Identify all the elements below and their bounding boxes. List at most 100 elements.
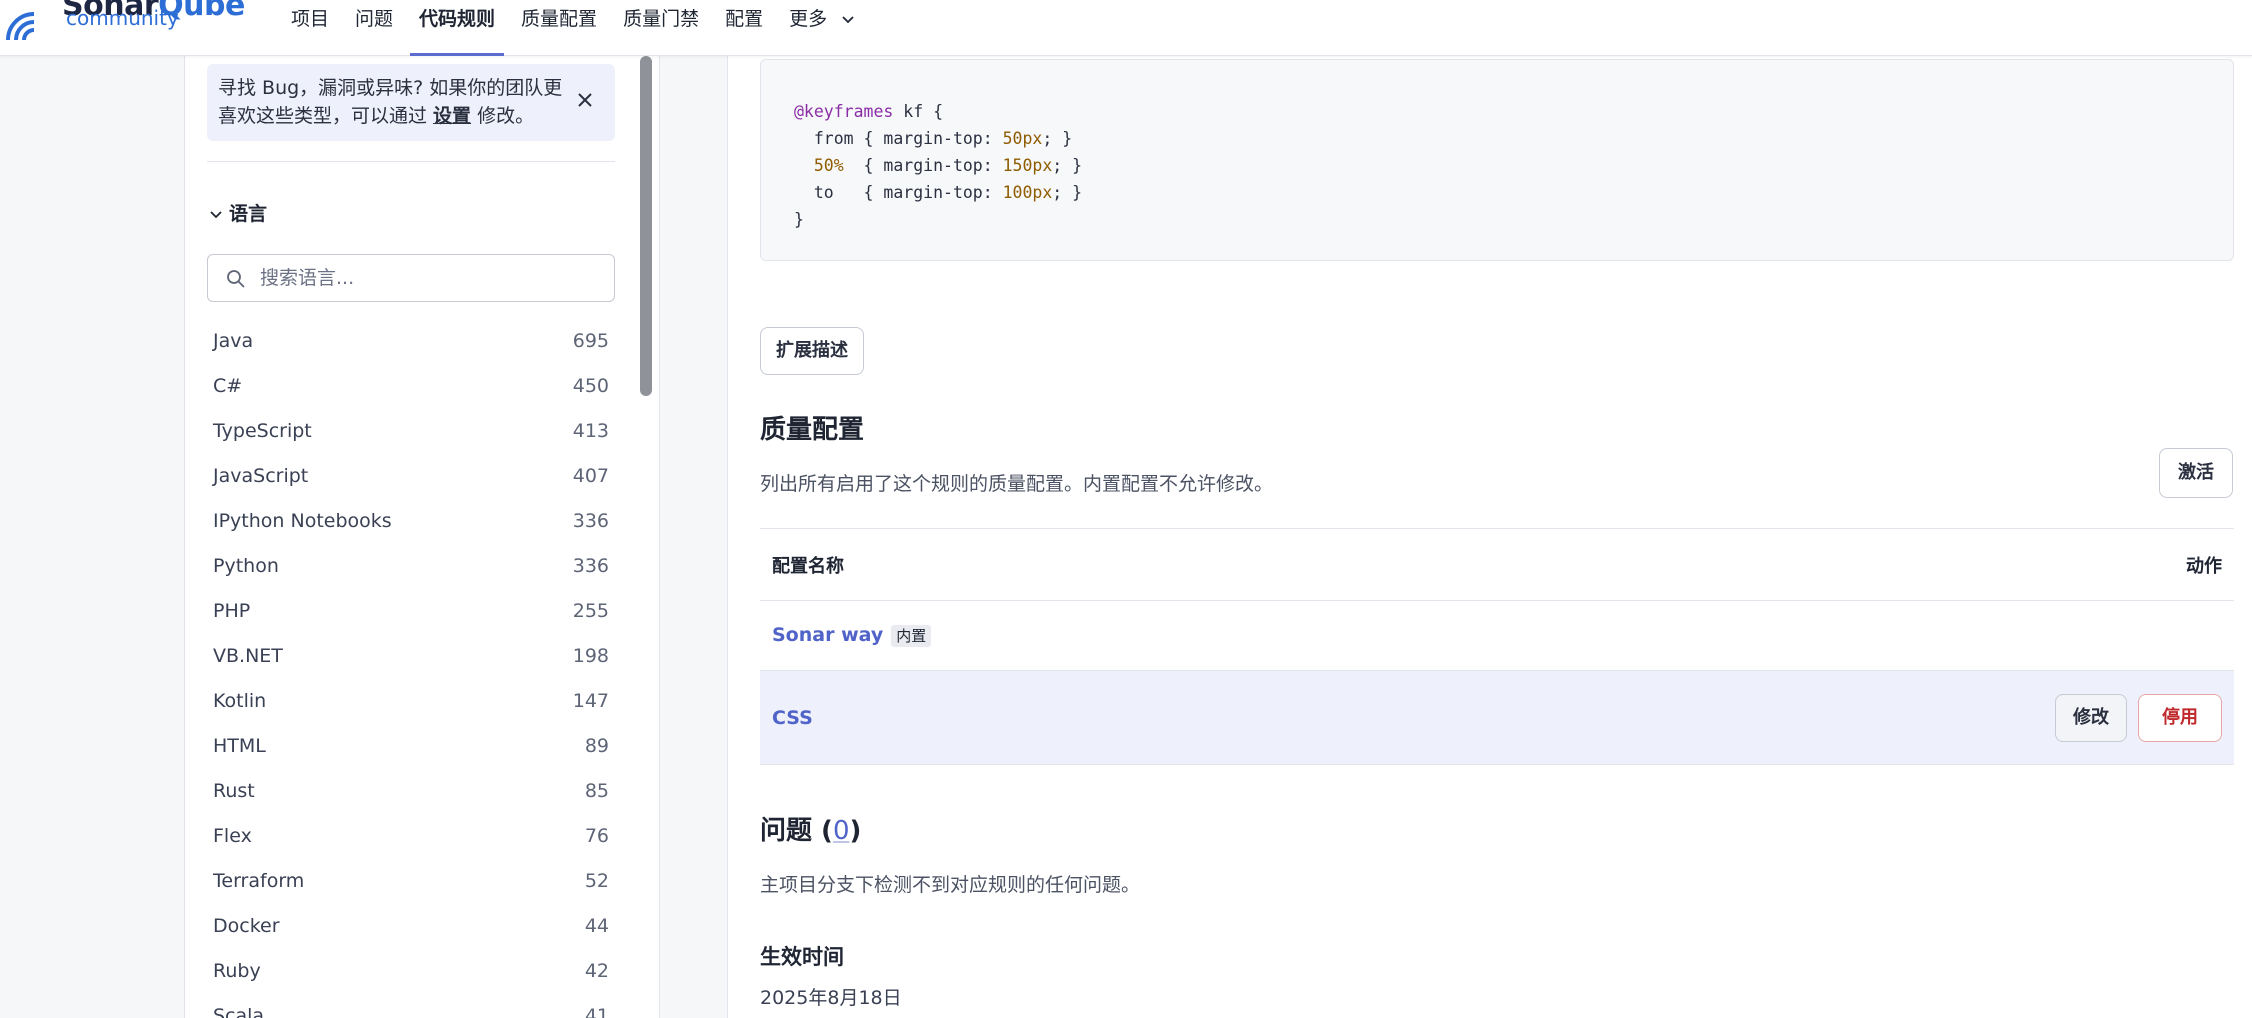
row-actions: 修改 停用 bbox=[2055, 693, 2222, 742]
table-row: Sonar way 内置 bbox=[760, 601, 2234, 671]
nav-item-quality-profiles[interactable]: 质量配置 bbox=[508, 0, 610, 56]
logo-edition: community bbox=[66, 6, 179, 30]
sidebar-divider bbox=[207, 161, 615, 162]
language-item[interactable]: Python 336 bbox=[207, 543, 615, 588]
sonarqube-logo-icon bbox=[6, 12, 35, 40]
chevron-down-icon bbox=[210, 210, 222, 218]
language-count: 42 bbox=[584, 959, 609, 982]
issues-count-link[interactable]: 0 bbox=[833, 816, 850, 846]
issues-description: 主项目分支下检测不到对应规则的任何问题。 bbox=[760, 874, 1141, 896]
nav-item-projects[interactable]: 项目 bbox=[278, 0, 342, 56]
rule-details-panel: @keyframes kf { from { margin-top: 50px;… bbox=[727, 56, 2252, 1018]
language-item[interactable]: HTML 89 bbox=[207, 723, 615, 768]
language-item[interactable]: IPython Notebooks 336 bbox=[207, 498, 615, 543]
language-item[interactable]: PHP 255 bbox=[207, 588, 615, 633]
top-navigation-bar: SonarQube community 项目 问题 代码规则 质量配置 质量门禁… bbox=[0, 0, 2252, 56]
language-search bbox=[207, 254, 615, 302]
nav-item-administration[interactable]: 配置 bbox=[712, 0, 776, 56]
nav-item-issues[interactable]: 问题 bbox=[342, 0, 406, 56]
language-search-input[interactable] bbox=[258, 263, 598, 293]
language-facet-header[interactable]: 语言 bbox=[209, 199, 267, 226]
language-count: 44 bbox=[584, 914, 609, 937]
sidebar-scrollbar[interactable] bbox=[640, 56, 652, 396]
rule-type-notice: 寻找 Bug，漏洞或异味? 如果你的团队更喜欢这些类型，可以通过 设置 修改。 bbox=[207, 64, 615, 141]
rules-filter-sidebar: 寻找 Bug，漏洞或异味? 如果你的团队更喜欢这些类型，可以通过 设置 修改。 … bbox=[184, 56, 660, 1018]
language-item[interactable]: Flex 76 bbox=[207, 813, 615, 858]
effective-date-value: 2025年8月18日 bbox=[760, 987, 902, 1009]
profile-link-sonar-way[interactable]: Sonar way bbox=[772, 624, 883, 646]
nav-item-more[interactable]: 更多 bbox=[776, 0, 868, 56]
language-count: 407 bbox=[572, 464, 609, 487]
language-name: PHP bbox=[213, 599, 251, 622]
language-name: TypeScript bbox=[213, 419, 312, 442]
language-count: 198 bbox=[572, 644, 609, 667]
language-count: 147 bbox=[572, 689, 609, 712]
profile-link-css[interactable]: CSS bbox=[772, 707, 813, 729]
language-name: JavaScript bbox=[213, 464, 309, 487]
table-row: CSS 修改 停用 bbox=[760, 671, 2234, 765]
effective-date-title: 生效时间 bbox=[760, 945, 844, 969]
modify-button[interactable]: 修改 bbox=[2055, 693, 2127, 742]
language-item[interactable]: VB.NET 198 bbox=[207, 633, 615, 678]
search-icon bbox=[227, 270, 245, 288]
language-name: Rust bbox=[213, 779, 255, 802]
language-item[interactable]: Ruby 42 bbox=[207, 948, 615, 993]
nav-item-quality-gates[interactable]: 质量门禁 bbox=[610, 0, 712, 56]
language-count: 89 bbox=[584, 734, 609, 757]
language-count: 695 bbox=[572, 329, 609, 352]
code-line-5: } bbox=[794, 210, 804, 229]
language-count: 41 bbox=[584, 1004, 609, 1018]
language-item[interactable]: Rust 85 bbox=[207, 768, 615, 813]
language-count: 52 bbox=[584, 869, 609, 892]
close-icon[interactable] bbox=[573, 88, 597, 112]
language-facet-title: 语言 bbox=[229, 203, 268, 225]
language-name: Flex bbox=[213, 824, 252, 847]
language-name: Docker bbox=[213, 914, 280, 937]
language-count: 85 bbox=[584, 779, 609, 802]
language-item[interactable]: Scala 41 bbox=[207, 993, 615, 1018]
language-name: IPython Notebooks bbox=[213, 509, 392, 532]
quality-profiles-table: 配置名称 动作 Sonar way 内置 CSS 修改 停用 bbox=[760, 528, 2234, 765]
language-count: 76 bbox=[584, 824, 609, 847]
language-count: 255 bbox=[572, 599, 609, 622]
main-nav: 项目 问题 代码规则 质量配置 质量门禁 配置 更多 bbox=[278, 0, 868, 56]
language-name: VB.NET bbox=[213, 644, 283, 667]
language-name: Scala bbox=[213, 1004, 265, 1018]
code-line-4: to { margin-top: 100px; } bbox=[794, 183, 1083, 202]
language-name: Terraform bbox=[213, 869, 305, 892]
language-count: 413 bbox=[572, 419, 609, 442]
language-list: Java 695 C# 450 TypeScript 413 JavaScript 40… bbox=[207, 318, 615, 1018]
language-name: Kotlin bbox=[213, 689, 267, 712]
column-actions: 动作 bbox=[2186, 555, 2222, 577]
language-item[interactable]: TypeScript 413 bbox=[207, 408, 615, 453]
code-example: @keyframes kf { from { margin-top: 50px;… bbox=[760, 59, 2234, 261]
issues-title: 问题 (0) bbox=[760, 816, 862, 846]
language-item[interactable]: Java 695 bbox=[207, 318, 615, 363]
language-name: C# bbox=[213, 374, 243, 397]
notice-text-after: 修改。 bbox=[471, 105, 535, 127]
language-item[interactable]: JavaScript 407 bbox=[207, 453, 615, 498]
quality-profiles-title: 质量配置 bbox=[760, 415, 865, 445]
activate-button[interactable]: 激活 bbox=[2159, 448, 2233, 498]
language-name: Ruby bbox=[213, 959, 261, 982]
language-name: Python bbox=[213, 554, 279, 577]
builtin-badge: 内置 bbox=[891, 625, 932, 648]
language-item[interactable]: Docker 44 bbox=[207, 903, 615, 948]
language-item[interactable]: C# 450 bbox=[207, 363, 615, 408]
chevron-down-icon bbox=[842, 15, 854, 23]
quality-profiles-description: 列出所有启用了这个规则的质量配置。内置配置不允许修改。 bbox=[760, 473, 1274, 495]
nav-item-rules[interactable]: 代码规则 bbox=[406, 0, 508, 56]
code-line-3: 50% { margin-top: 150px; } bbox=[794, 156, 1083, 175]
language-item[interactable]: Terraform 52 bbox=[207, 858, 615, 903]
table-header: 配置名称 动作 bbox=[760, 528, 2234, 601]
code-line-1: @keyframes kf { bbox=[794, 102, 944, 121]
extend-description-button[interactable]: 扩展描述 bbox=[760, 327, 864, 375]
deactivate-button[interactable]: 停用 bbox=[2138, 693, 2222, 742]
notice-settings-link[interactable]: 设置 bbox=[433, 105, 471, 127]
column-profile-name: 配置名称 bbox=[772, 555, 844, 577]
language-name: Java bbox=[213, 329, 254, 352]
language-count: 450 bbox=[572, 374, 609, 397]
language-item[interactable]: Kotlin 147 bbox=[207, 678, 615, 723]
profile-name-cell: Sonar way 内置 bbox=[772, 624, 932, 648]
nav-more-label: 更多 bbox=[789, 8, 828, 30]
